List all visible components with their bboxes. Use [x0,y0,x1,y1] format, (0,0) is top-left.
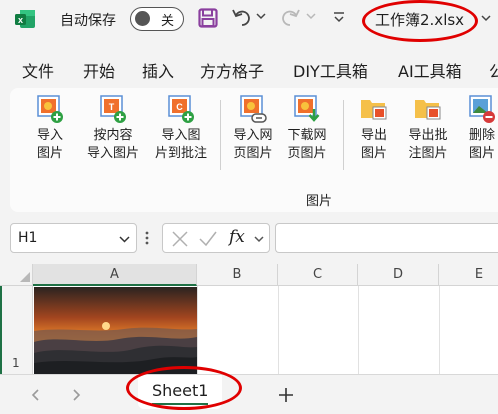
export-comment-image-button[interactable]: 导出批 注图片 [402,94,454,163]
formula-tools: fx [162,223,270,253]
tab-fangfang[interactable]: 方方格子 [200,58,264,82]
chevron-right-icon[interactable] [70,388,82,402]
web-image-link-icon [240,95,267,123]
column-header-b[interactable]: B [197,264,278,286]
delete-image-button[interactable]: 删除 图片 [462,94,498,163]
worksheet-grid[interactable]: A B C D E 1 [0,264,498,374]
ribbon-tabs: 文件 开始 插入 方方格子 DIY工具箱 AI工具箱 公 [0,50,498,84]
add-sheet-icon[interactable] [277,386,295,404]
export-image-button[interactable]: 导出 图片 [354,94,394,163]
export-comment-image-label-2: 注图片 [408,146,448,161]
tab-diy-toolbox[interactable]: DIY工具箱 [293,58,368,82]
svg-text:T: T [109,102,115,112]
row-number: 1 [12,356,20,370]
import-to-comment-label-2: 片到批注 [154,146,207,161]
column-header-a[interactable]: A [33,264,197,286]
gridline [197,286,198,374]
comment-image-add-icon: C [168,95,194,123]
import-by-content-button[interactable]: T 按内容 导入图片 [80,94,146,163]
svg-text:C: C [176,102,183,112]
download-web-image-label-1: 下载网 [287,128,327,143]
folder-image-export-icon [361,100,387,120]
ribbon-group-label: 图片 [306,194,333,209]
select-all-corner[interactable] [0,264,33,286]
gridline [278,286,279,374]
undo-icon[interactable] [230,6,252,28]
delete-image-label-1: 删除 [468,128,495,143]
annotation-circle-filename [362,0,478,42]
more-options-icon[interactable] [144,230,150,246]
formula-input[interactable] [275,223,498,253]
inserted-landscape-picture[interactable] [34,287,197,374]
import-by-content-label-1: 按内容 [93,128,133,143]
tab-ai-toolbox[interactable]: AI工具箱 [398,58,462,82]
redo-icon [282,9,300,26]
customize-toolbar-icon[interactable] [332,10,346,24]
gridline [358,286,359,374]
import-web-image-label-1: 导入网 [233,128,273,143]
export-image-label-1: 导出 [360,128,387,143]
web-image-download-icon [294,95,320,122]
insert-function-button[interactable]: fx [229,227,245,247]
sheet-tab-bar: Sheet1 [0,374,498,414]
chevron-left-icon[interactable] [30,388,42,402]
import-image-to-comment-button[interactable]: C 导入图 片到批注 [150,94,212,163]
chevron-down-icon[interactable] [481,13,491,23]
chevron-down-icon[interactable] [254,234,264,244]
select-all-icon [20,272,30,282]
import-image-label-1: 导入 [36,128,63,143]
image-add-icon [37,95,63,123]
column-header-e[interactable]: E [439,264,498,286]
tab-formulas[interactable]: 公 [489,58,498,82]
ribbon-divider [343,100,344,170]
chevron-down-icon[interactable] [119,234,130,244]
excel-app-icon: x [15,10,35,28]
confirm-icon[interactable] [198,230,218,248]
content-image-add-icon: T [100,95,126,123]
image-delete-icon [469,95,495,123]
download-web-image-button[interactable]: 下载网 页图片 [282,94,332,163]
tab-home[interactable]: 开始 [83,58,115,82]
gridline [439,286,440,374]
column-header-c[interactable]: C [278,264,358,286]
import-web-image-button[interactable]: 导入网 页图片 [228,94,278,163]
folder-comment-export-icon [415,100,441,120]
row-header-1[interactable]: 1 [0,286,33,374]
save-icon[interactable] [198,8,218,28]
import-by-content-label-2: 导入图片 [86,146,139,161]
annotation-circle-sheet-tab [126,366,242,410]
import-web-image-label-2: 页图片 [233,146,273,161]
delete-image-label-2: 图片 [468,146,495,161]
chevron-down-icon[interactable] [256,11,266,21]
name-box-value: H1 [18,230,38,246]
export-image-label-2: 图片 [360,146,387,161]
autosave-toggle[interactable]: 关 [130,7,184,31]
import-to-comment-label-1: 导入图 [161,128,201,143]
autosave-label: 自动保存 [60,13,116,29]
tab-file[interactable]: 文件 [22,58,54,82]
import-image-button[interactable]: 导入 图片 [30,94,70,163]
download-web-image-label-2: 页图片 [287,146,327,161]
export-comment-image-label-1: 导出批 [408,128,448,143]
column-header-d[interactable]: D [358,264,439,286]
name-box[interactable]: H1 [10,223,137,253]
column-headers: A B C D E [0,264,498,286]
toggle-knob [135,11,150,26]
autosave-state: 关 [161,14,175,29]
svg-text:x: x [18,15,23,25]
chevron-down-icon [306,13,316,20]
ribbon-panel: 导入 图片 T 按内容 导入图片 C 导入图 片到批注 导入网 页图片 下载网 … [10,88,498,212]
cancel-icon[interactable] [171,230,189,248]
tab-insert[interactable]: 插入 [142,58,174,82]
import-image-label-2: 图片 [36,146,63,161]
ribbon-divider [220,100,221,170]
